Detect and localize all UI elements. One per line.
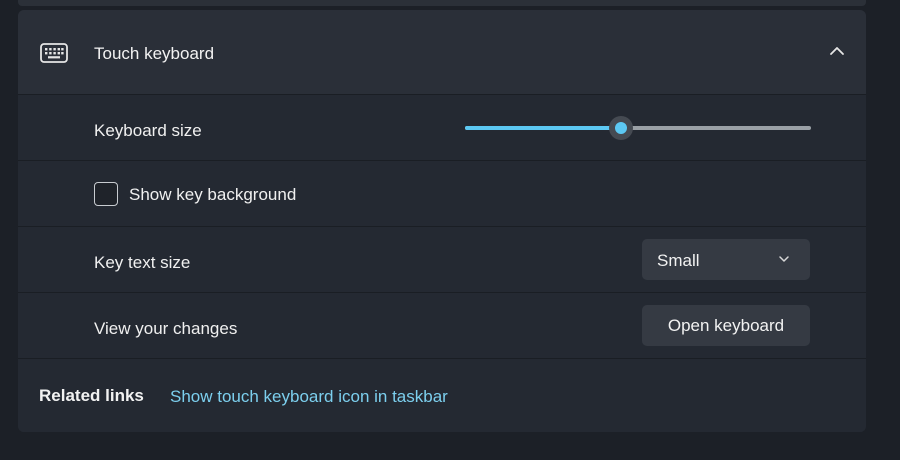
divider bbox=[18, 160, 866, 161]
key-text-size-value: Small bbox=[657, 251, 700, 270]
related-links-row: Related links Show touch keyboard icon i… bbox=[18, 360, 866, 432]
chevron-down-icon bbox=[779, 256, 789, 262]
section-title: Touch keyboard bbox=[94, 44, 215, 63]
open-keyboard-button[interactable]: Open keyboard bbox=[642, 305, 810, 346]
show-key-background-checkbox[interactable] bbox=[94, 182, 118, 206]
show-touch-keyboard-icon-link[interactable]: Show touch keyboard icon in taskbar bbox=[170, 387, 448, 407]
key-text-size-label: Key text size bbox=[94, 253, 191, 272]
divider bbox=[18, 292, 866, 293]
divider bbox=[18, 358, 866, 359]
divider bbox=[18, 226, 866, 227]
divider bbox=[18, 94, 866, 95]
slider-thumb[interactable] bbox=[608, 116, 633, 140]
related-links-label: Related links bbox=[39, 386, 144, 405]
touch-keyboard-header[interactable]: Touch keyboard bbox=[18, 10, 866, 94]
keyboard-size-label: Keyboard size bbox=[94, 121, 202, 140]
slider-fill bbox=[465, 126, 621, 130]
chevron-up-icon[interactable] bbox=[828, 42, 846, 60]
keyboard-size-slider[interactable] bbox=[465, 116, 811, 140]
touch-keyboard-settings-card: Touch keyboard Keyboard size Show key ba… bbox=[18, 10, 866, 432]
key-text-size-dropdown[interactable]: Small bbox=[642, 239, 810, 280]
previous-card-edge bbox=[18, 0, 866, 6]
view-changes-label: View your changes bbox=[94, 319, 238, 338]
show-key-background-label[interactable]: Show key background bbox=[129, 185, 296, 205]
keyboard-icon bbox=[40, 43, 68, 63]
